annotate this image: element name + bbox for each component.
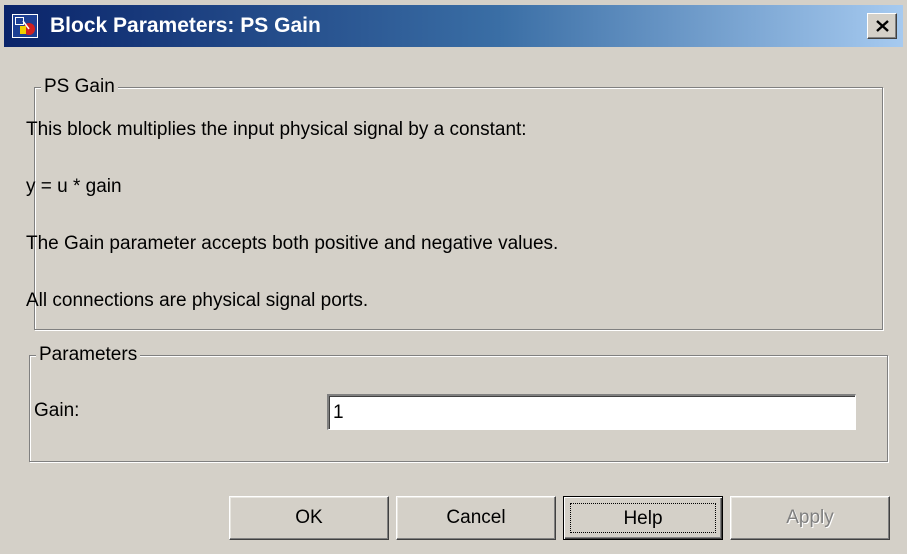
formula-line: y = u * gain (26, 176, 122, 197)
cancel-button[interactable]: Cancel (396, 496, 556, 540)
close-icon (876, 20, 889, 32)
help-button[interactable]: Help (563, 496, 723, 540)
gain-label: Gain: (34, 400, 80, 421)
parameters-group-title: Parameters (36, 344, 141, 366)
title-bar[interactable]: Block Parameters: PS Gain (4, 5, 903, 47)
window-title: Block Parameters: PS Gain (50, 14, 321, 37)
description-line-3: All connections are physical signal port… (26, 290, 369, 311)
ok-button[interactable]: OK (229, 496, 389, 540)
gain-input[interactable] (327, 394, 856, 430)
description-line-2: The Gain parameter accepts both positive… (26, 233, 559, 254)
apply-button[interactable]: Apply (730, 496, 890, 540)
description-line-1: This block multiplies the input physical… (26, 119, 527, 140)
block-parameters-dialog: Block Parameters: PS Gain PS Gain This b… (0, 0, 907, 554)
help-button-label: Help (570, 503, 716, 533)
simulink-block-icon (12, 14, 38, 38)
close-button[interactable] (867, 13, 897, 39)
description-group-title: PS Gain (41, 76, 118, 98)
